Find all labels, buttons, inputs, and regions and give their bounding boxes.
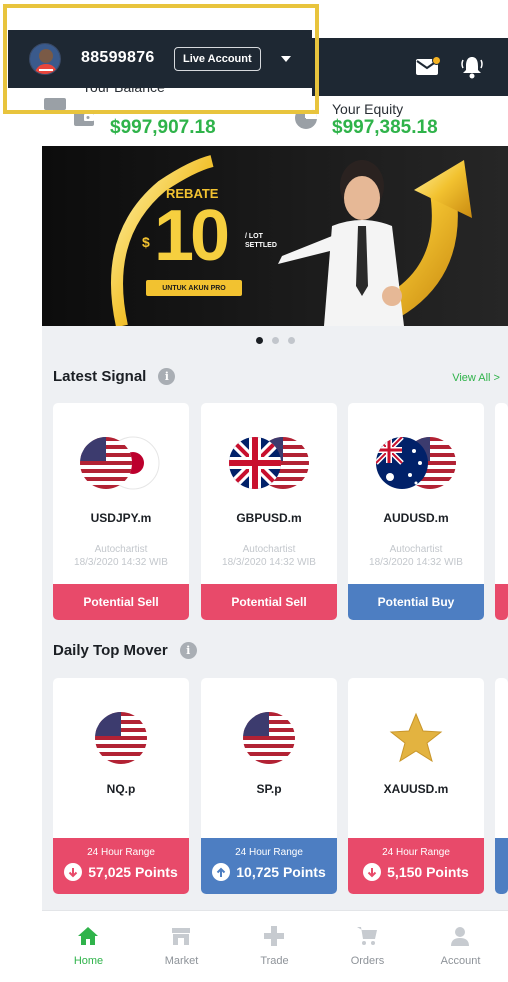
latest-signal-header: Latest Signal i [53,368,176,385]
range-label: 24 Hour Range [235,847,303,858]
pair-symbol: USDJPY.m [90,511,152,525]
carousel-dot[interactable] [271,337,279,344]
range-label: 24 Hour Range [87,847,155,858]
banner-currency: $ [142,234,150,250]
us-flag-icon [80,437,132,489]
info-icon[interactable]: i [179,642,197,659]
mail-icon[interactable] [412,52,444,82]
top-mover-header: Daily Top Mover i [53,642,197,659]
nav-label: Orders [350,955,385,967]
bottom-nav: Home Market Trade Orders Account [42,910,508,982]
signal-card[interactable]: USDJPY.m Autochartist 18/3/2020 14:32 WI… [53,403,189,620]
carousel-dot[interactable] [287,337,295,344]
range-panel: 24 Hour Range 57,025 Points [53,838,189,894]
carousel-dot[interactable] [255,337,263,344]
arrow-down-icon [363,863,382,881]
range-points: 5,150 Points [387,864,469,880]
instrument-symbol: NQ.p [106,782,136,796]
gold-star-icon [348,708,484,768]
range-value: 5,150 Points [348,863,484,881]
range-points: 57,025 Points [88,864,178,880]
partial-action [495,584,508,620]
nav-label: Market [164,955,199,967]
user-icon [451,927,469,946]
info-icon[interactable]: i [158,368,176,385]
potential-buy-button[interactable]: Potential Buy [348,584,484,620]
nav-home[interactable]: Home [42,911,135,982]
pair-symbol: AUDUSD.m [383,511,449,525]
nav-account[interactable]: Account [414,911,507,982]
potential-sell-button[interactable]: Potential Sell [201,584,337,620]
instrument-symbol: XAUUSD.m [383,782,449,796]
signal-time: 18/3/2020 14:32 WIB [222,557,316,568]
range-panel: 24 Hour Range 10,725 Points [201,838,337,894]
home-icon [78,927,98,945]
pair-flags [201,433,337,493]
signal-time: 18/3/2020 14:32 WIB [369,557,463,568]
nav-orders[interactable]: Orders [321,911,414,982]
banner-unit-line1: / LOT [245,233,263,240]
nav-label: Trade [260,955,289,967]
equity-label: Your Equity [332,101,404,117]
us-flag-icon [201,708,337,768]
banner-tagline: UNTUK AKUN PRO [146,280,242,296]
potential-sell-button[interactable]: Potential Sell [53,584,189,620]
cart-icon [357,927,377,945]
range-value: 10,725 Points [201,863,337,881]
pair-symbol: GBPUSD.m [236,511,302,525]
signal-time: 18/3/2020 14:32 WIB [74,557,168,568]
screen: Your Balance $997,907.18 Your Equity $99… [0,0,508,982]
nav-label: Account [440,955,481,967]
range-points: 10,725 Points [236,864,326,880]
promo-banner[interactable]: REBATE $ 10 / LOT SETTLED UNTUK AKUN PRO [42,146,508,326]
equity-block: Your Equity $997,385.18 [332,101,438,139]
nav-label: Home [73,955,104,967]
market-icon [172,928,190,945]
mover-card[interactable]: XAUUSD.m 24 Hour Range 5,150 Points [348,678,484,894]
signal-card[interactable]: GBPUSD.m Autochartist 18/3/2020 14:32 WI… [201,403,337,620]
pair-flags [348,433,484,493]
mover-card-partial[interactable] [495,678,508,894]
banner-unit-line2: SETTLED [245,242,277,249]
section-title: Daily Top Mover [53,642,168,659]
au-flag-icon [376,437,428,489]
notification-dot [432,56,441,65]
carousel-dots [42,334,508,348]
highlight-box [3,4,319,114]
instrument-symbol: SP.p [256,782,282,796]
arrow-up-icon [212,863,231,881]
signal-card[interactable]: AUDUSD.m Autochartist 18/3/2020 14:32 WI… [348,403,484,620]
section-title: Latest Signal [53,368,147,385]
pair-flags [53,433,189,493]
range-value: 57,025 Points [53,863,189,881]
partial-range [495,838,508,894]
mover-card[interactable]: NQ.p 24 Hour Range 57,025 Points [53,678,189,894]
banner-amount: 10 [154,196,230,276]
view-all-link[interactable]: View All > [452,372,500,384]
us-flag-icon [53,708,189,768]
signal-source: Autochartist [389,544,443,555]
equity-value: $997,385.18 [332,117,438,138]
nav-trade[interactable]: Trade [228,911,321,982]
mover-card[interactable]: SP.p 24 Hour Range 10,725 Points [201,678,337,894]
signal-card-partial[interactable] [495,403,508,620]
range-panel: 24 Hour Range 5,150 Points [348,838,484,894]
nav-market[interactable]: Market [135,911,228,982]
uk-flag-icon [229,437,281,489]
range-label: 24 Hour Range [382,847,450,858]
signal-source: Autochartist [94,544,148,555]
app-frame: Your Balance $997,907.18 Your Equity $99… [42,38,508,982]
plus-icon [264,926,284,946]
arrow-down-icon [64,863,83,881]
signal-source: Autochartist [242,544,296,555]
balance-value: $997,907.18 [110,117,216,138]
bell-icon[interactable] [456,52,488,82]
